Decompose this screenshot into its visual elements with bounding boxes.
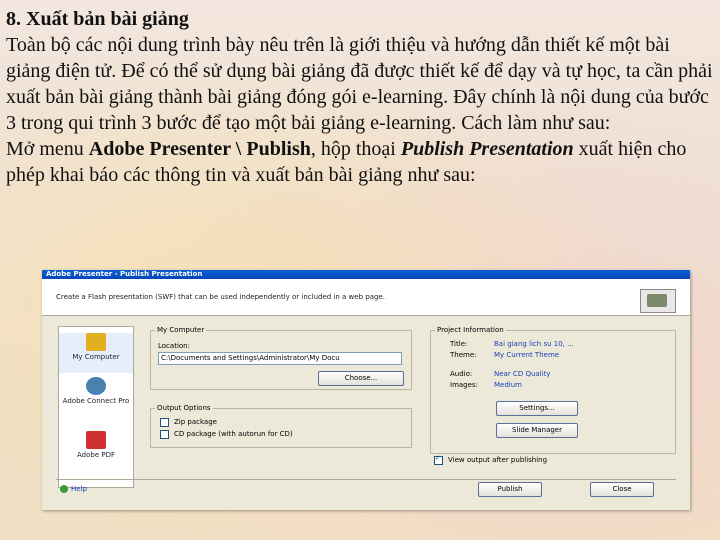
help-label: Help — [71, 485, 87, 493]
cd-package-label: CD package (with autorun for CD) — [174, 430, 293, 438]
close-button[interactable]: Close — [590, 482, 654, 497]
dialog-name: Publish Presentation — [400, 138, 574, 160]
zip-package-label: Zip package — [174, 418, 217, 426]
group-legend: Project Information — [437, 326, 504, 334]
view-output-label: View output after publishing — [448, 456, 548, 464]
zip-package-checkbox[interactable] — [160, 418, 169, 427]
theme-label: Theme: — [450, 351, 477, 359]
publish-target-nav: My Computer Adobe Connect Pro Adobe PDF — [58, 326, 134, 488]
publish-dialog: Adobe Presenter - Publish Presentation C… — [42, 270, 690, 510]
nav-label: Adobe Connect Pro — [62, 397, 130, 405]
cd-package-checkbox[interactable] — [160, 430, 169, 439]
location-label: Location: — [158, 342, 190, 350]
connect-icon — [86, 377, 106, 395]
title-value[interactable]: Bai giang lich su 10, ... — [494, 340, 574, 348]
images-label: Images: — [450, 381, 478, 389]
output-options-group: Output Options — [150, 404, 412, 448]
nav-label: My Computer — [72, 353, 120, 361]
dialog-header: Create a Flash presentation (SWF) that c… — [42, 279, 690, 316]
help-icon — [60, 485, 68, 493]
computer-icon — [86, 333, 106, 351]
title-label: Title: — [450, 340, 468, 348]
group-legend: Output Options — [157, 404, 211, 412]
nav-label: Adobe PDF — [76, 451, 115, 459]
divider — [56, 479, 676, 480]
choose-button[interactable]: Choose... — [318, 371, 404, 386]
images-value[interactable]: Medium — [494, 381, 522, 389]
help-link[interactable]: Help — [60, 485, 87, 493]
slide-heading: 8. Xuất bản bài giảng — [6, 8, 189, 30]
p2-text-a: Mở menu — [6, 138, 89, 160]
settings-button[interactable]: Settings... — [496, 401, 578, 416]
p2-text-b: , hộp thoại — [310, 138, 401, 160]
group-legend: My Computer — [157, 326, 205, 334]
nav-item-my-computer[interactable]: My Computer — [59, 333, 133, 373]
slide-text: 8. Xuất bản bài giảng Toàn bộ các nội du… — [6, 6, 714, 188]
dialog-titlebar[interactable]: Adobe Presenter - Publish Presentation — [42, 270, 690, 279]
slide-paragraph-1: Toàn bộ các nội dung trình bày nêu trên … — [6, 34, 713, 134]
view-output-checkbox[interactable] — [434, 454, 443, 465]
presenter-logo-icon — [640, 289, 676, 313]
publish-button[interactable]: Publish — [478, 482, 542, 497]
slide-paragraph-2: Mở menu Adobe Presenter \ Publish, hộp t… — [6, 136, 714, 188]
audio-value[interactable]: Near CD Quality — [494, 370, 550, 378]
nav-item-adobe-connect[interactable]: Adobe Connect Pro — [59, 377, 133, 417]
nav-item-adobe-pdf[interactable]: Adobe PDF — [59, 431, 133, 471]
menu-path: Adobe Presenter \ Publish — [88, 138, 311, 160]
location-input[interactable]: C:\Documents and Settings\Administrator\… — [158, 352, 402, 365]
slide-manager-button[interactable]: Slide Manager — [496, 423, 578, 438]
pdf-icon — [86, 431, 106, 449]
audio-label: Audio: — [450, 370, 473, 378]
dialog-description: Create a Flash presentation (SWF) that c… — [56, 293, 385, 301]
theme-value[interactable]: My Current Theme — [494, 351, 559, 359]
